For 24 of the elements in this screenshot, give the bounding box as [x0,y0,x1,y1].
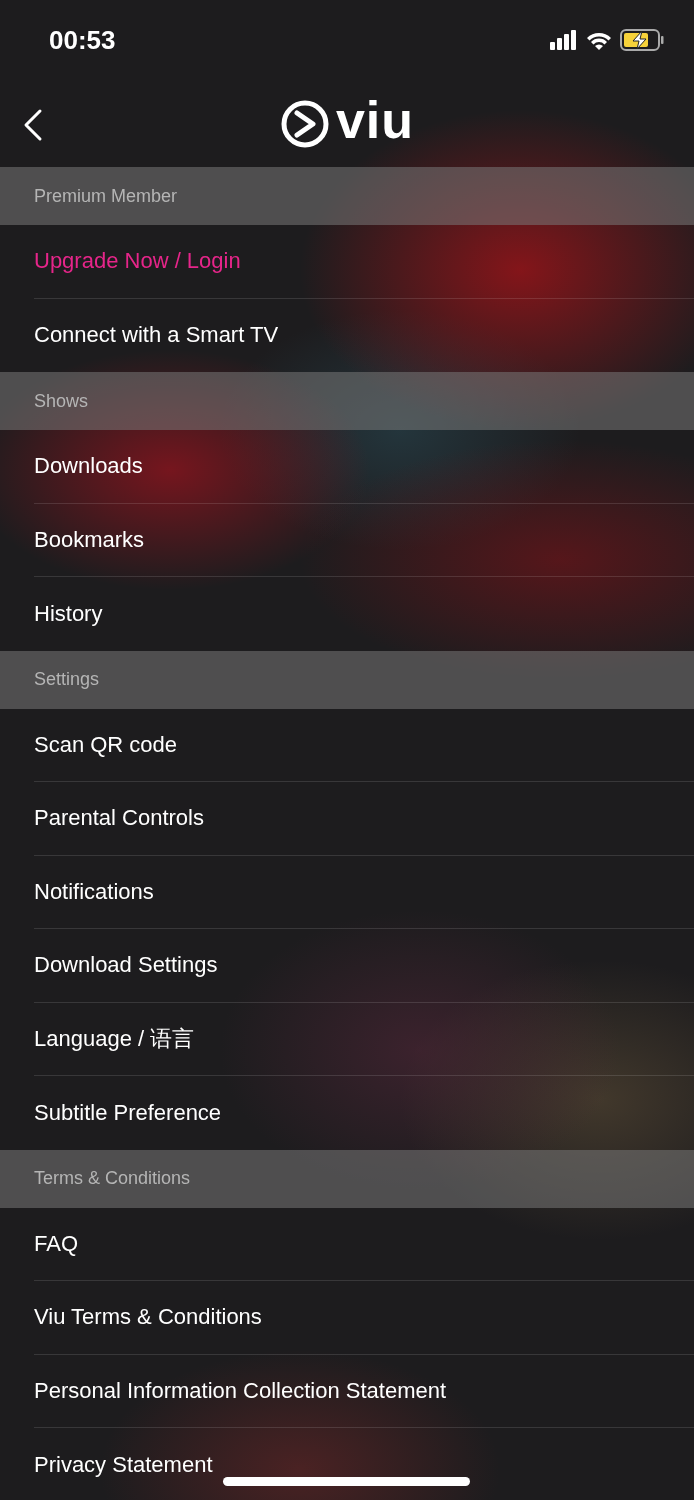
section-title: Settings [34,669,100,690]
menu-item[interactable]: Scan QR code [34,731,178,758]
play-circle-icon [279,98,330,149]
menu-item[interactable]: Subtitle Preference [34,1099,222,1126]
menu-item[interactable]: Notifications [34,878,154,905]
menu-item[interactable]: Bookmarks [34,526,145,553]
menu-item[interactable]: Connect with a Smart TV [34,322,279,349]
menu-item[interactable]: Language / 语言 [34,1023,195,1054]
section-title: Premium Member [34,185,178,207]
section-title: Terms & Conditions [34,1168,191,1189]
menu-item[interactable]: FAQ [34,1230,78,1257]
menu-item[interactable]: Downloads [34,453,143,480]
wifi-icon [586,30,612,50]
signal-icon [550,30,578,50]
menu-item[interactable]: Download Settings [34,952,218,979]
menu-item[interactable]: Upgrade Now / Login [34,248,241,275]
menu-item[interactable]: Personal Information Collection Statement [34,1377,447,1404]
menu-item[interactable]: Parental Controls [34,805,204,832]
menu-item[interactable]: History [34,600,103,627]
section-title: Shows [34,390,89,412]
app-logo-text: viu [335,93,415,146]
menu-item[interactable]: Viu Terms & Conditions [34,1304,262,1331]
menu-item[interactable]: Privacy Statement [34,1451,213,1478]
status-time: 00:53 [49,24,116,56]
